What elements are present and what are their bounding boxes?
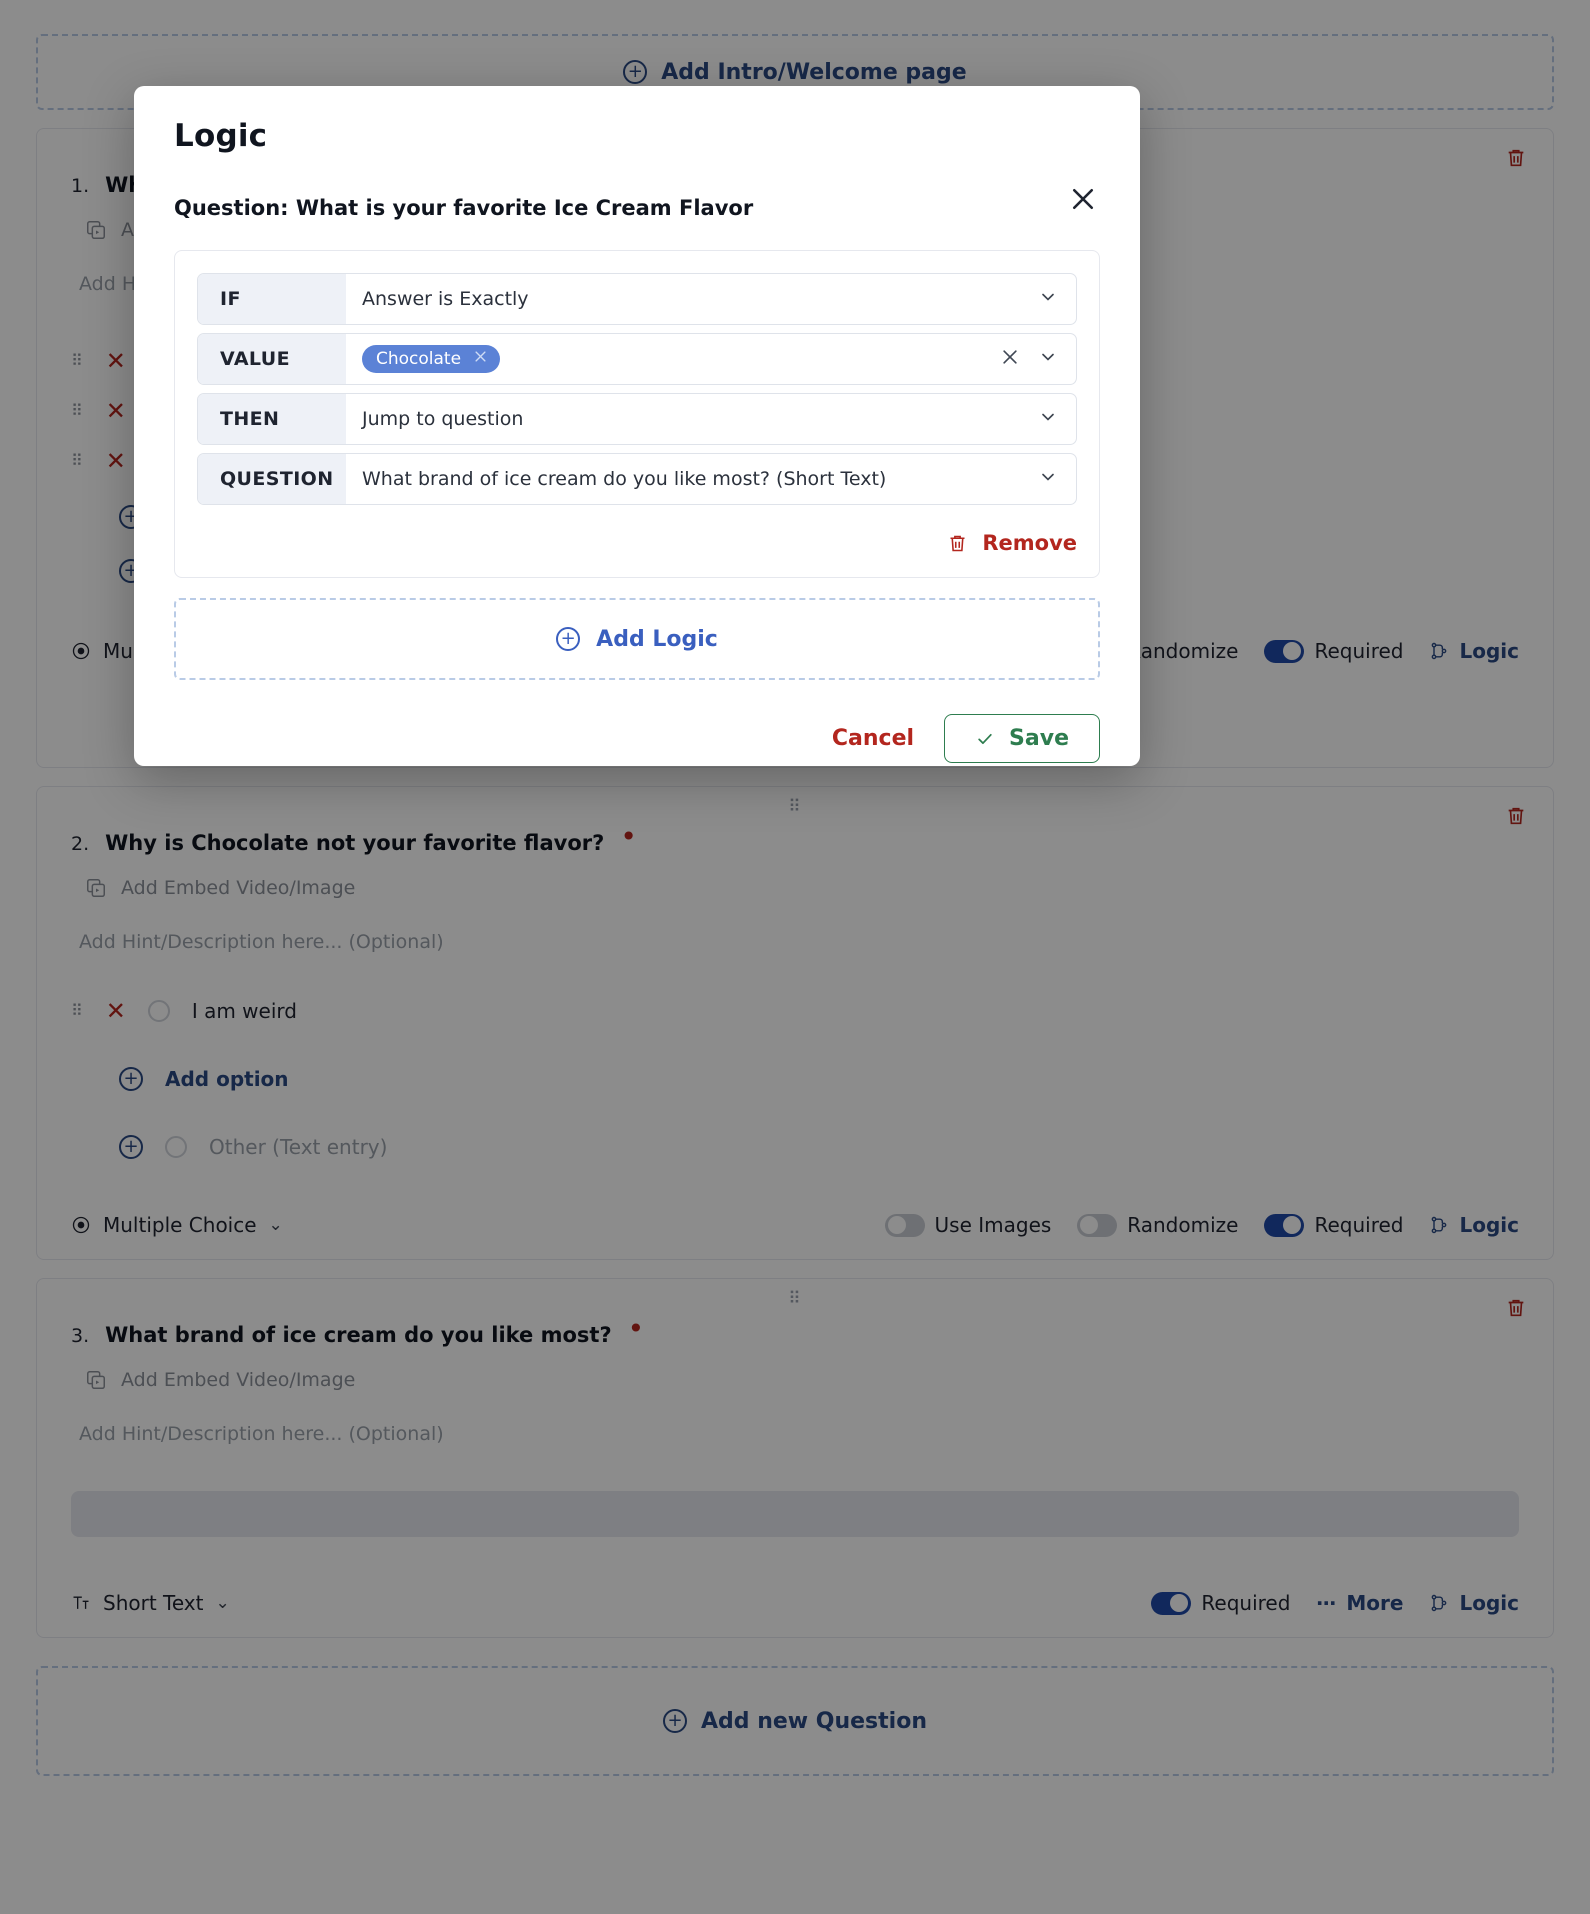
cancel-button[interactable]: Cancel [832,726,914,751]
chevron-down-icon[interactable] [1038,347,1058,372]
logic-value-tail [1000,334,1076,384]
chevron-down-icon[interactable] [1038,287,1058,312]
cancel-label: Cancel [831,726,915,751]
check-icon [975,729,995,749]
add-logic-button[interactable]: + Add Logic [174,598,1100,680]
value-chip[interactable]: Chocolate [362,345,501,373]
save-label: Save [1009,726,1069,751]
logic-if-key: IF [198,274,346,324]
logic-question-row: QUESTION What brand of ice cream do you … [197,453,1077,505]
remove-logic-button[interactable]: Remove [947,531,1077,555]
logic-then-key: THEN [198,394,346,444]
logic-then-tail [1038,394,1076,444]
modal-title: Logic [174,118,268,154]
save-button[interactable]: Save [944,714,1100,763]
logic-then-value: Jump to question [362,408,524,430]
logic-then-select[interactable]: Jump to question [346,394,1038,444]
clear-value-icon[interactable] [1000,347,1020,371]
logic-if-row: IF Answer is Exactly [197,273,1077,325]
logic-question-tail [1038,454,1076,504]
logic-if-tail [1038,274,1076,324]
modal-question-line: Question: What is your favorite Ice Crea… [174,196,754,220]
chip-remove-icon[interactable] [473,349,488,369]
logic-question-value: What brand of ice cream do you like most… [362,468,887,490]
plus-circle-icon: + [556,627,581,651]
close-icon[interactable] [1066,182,1100,216]
logic-if-value: Answer is Exactly [362,288,529,310]
logic-value-multiselect[interactable]: Chocolate [346,334,1000,384]
logic-modal: Logic Question: What is your favorite Ic… [134,86,1140,766]
logic-if-select[interactable]: Answer is Exactly [346,274,1038,324]
chevron-down-icon[interactable] [1038,407,1058,432]
logic-question-key: QUESTION [198,454,346,504]
logic-value-row: VALUE Chocolate [197,333,1077,385]
remove-logic-label: Remove [982,531,1077,555]
logic-value-key: VALUE [198,334,346,384]
chevron-down-icon[interactable] [1038,467,1058,492]
add-logic-label: Add Logic [596,626,718,652]
remove-rule-row: Remove [197,531,1077,555]
logic-rule-group: IF Answer is Exactly VALUE Chocolate THE… [174,250,1100,578]
value-chip-label: Chocolate [376,349,462,369]
logic-question-select[interactable]: What brand of ice cream do you like most… [346,454,1038,504]
trash-icon [947,533,968,554]
modal-actions: Cancel Save [174,714,1100,763]
logic-then-row: THEN Jump to question [197,393,1077,445]
